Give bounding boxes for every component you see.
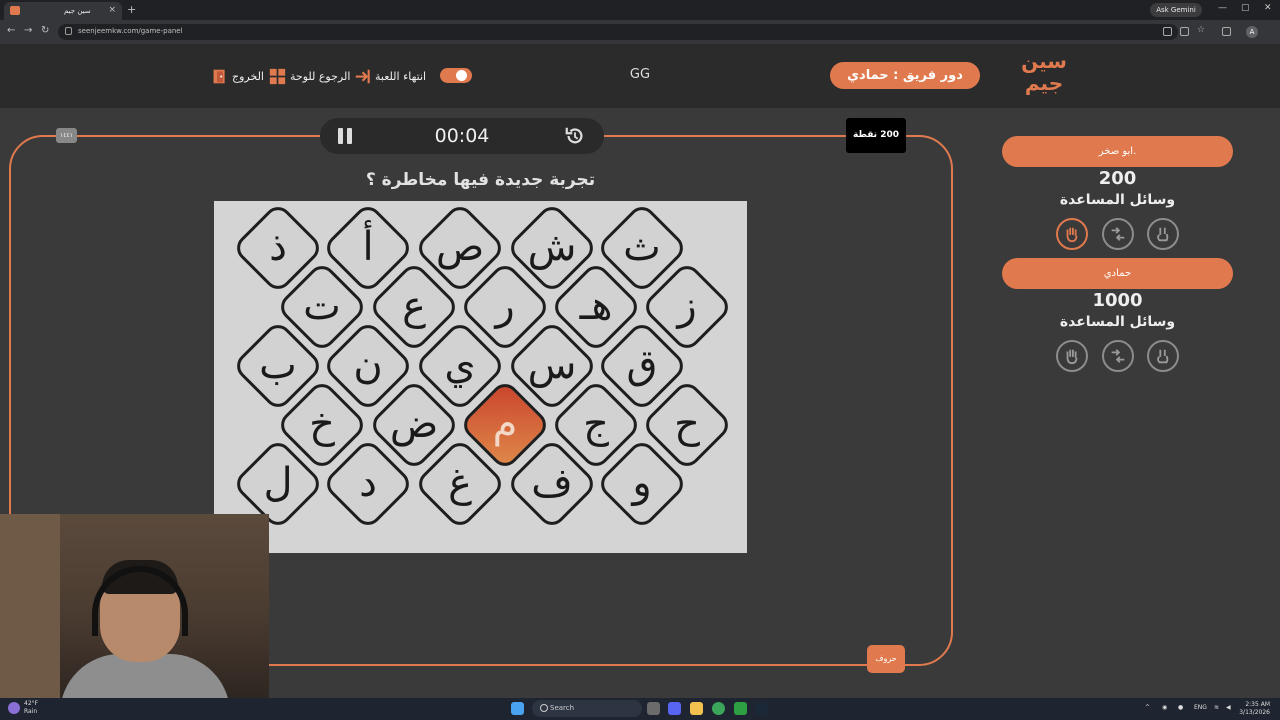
taskbar-search[interactable]: Search (532, 700, 642, 717)
team-1-score: 200 (1098, 168, 1137, 189)
team-2-name: حمادي (1002, 258, 1233, 289)
file-explorer-icon[interactable] (690, 702, 703, 715)
windows-taskbar: 42°F Rain Search ^ ◉ ● ENG ≋ ◀ 2:35 AM 3… (0, 698, 1280, 720)
stop-hand-icon (1066, 227, 1078, 243)
screen: سين جيم × + Ask Gemini — ▢ ✕ ← → ↻ seenj… (0, 0, 1280, 720)
new-tab-button[interactable]: + (127, 3, 136, 16)
weather-condition: Rain (24, 708, 38, 715)
end-game-button[interactable]: انتهاء اللعبة (354, 66, 426, 86)
forward-arrow-icon[interactable]: → (24, 25, 32, 36)
browser-tab[interactable]: سين جيم × (4, 2, 122, 20)
team-2-help-label: وسائل المساعدة (1059, 314, 1176, 330)
team-1-peace-hand-button[interactable] (1147, 218, 1179, 250)
back-to-board-label: الرجوع للوحة (290, 69, 351, 83)
weather-widget[interactable]: 42°F Rain (24, 700, 38, 716)
game-header: سين جيم دور فريق : حمادي GG انتهاء اللعب… (0, 44, 1280, 108)
windows-start-icon[interactable] (511, 702, 524, 715)
clock-time: 2:35 AM (1245, 701, 1270, 708)
frame-tag: ١٤٤١ (56, 128, 77, 143)
discord-icon[interactable] (668, 702, 681, 715)
wifi-icon[interactable]: ≋ (1214, 704, 1219, 711)
swap-hand-icon (1111, 349, 1125, 363)
team-1-stop-hand-button[interactable] (1056, 218, 1088, 250)
exit-button[interactable]: الخروج (211, 66, 264, 86)
letter-cell-label: د (359, 460, 377, 506)
game-logo: سين جيم (1021, 49, 1067, 95)
door-icon (213, 69, 225, 83)
stop-hand-icon (1066, 349, 1078, 365)
grid-icon (269, 68, 286, 84)
temperature: 42°F (24, 700, 39, 707)
task-view-icon[interactable] (647, 702, 660, 715)
letter-board: ث ش ص أ ذ ز هـ ر ع ت ق س ي ن ب ح ج م ض خ و ف غ د ل (214, 201, 747, 553)
url-text: seenjeemkw.com/game-panel (78, 27, 183, 35)
profile-avatar[interactable]: A (1246, 26, 1258, 38)
team-2-peace-hand-button[interactable] (1147, 340, 1179, 372)
letter-cell-label: و (632, 460, 652, 506)
toggle-knob (456, 70, 467, 81)
weather-icon (8, 702, 20, 714)
tab-close-icon[interactable]: × (108, 5, 116, 15)
chrome-icon[interactable] (712, 702, 725, 715)
volume-icon[interactable]: ◀ (1226, 704, 1231, 711)
clock-date: 3/13/2026 (1239, 709, 1270, 716)
team-2-score: 1000 (1092, 290, 1143, 311)
close-window-button[interactable]: ✕ (1264, 3, 1272, 13)
maximize-button[interactable]: ▢ (1241, 3, 1250, 13)
back-arrow-icon[interactable]: ← (7, 25, 15, 36)
system-clock[interactable]: 2:35 AM 3/13/2026 (1238, 701, 1270, 717)
browser-toolbar: ← → ↻ seenjeemkw.com/game-panel ☆ A (0, 20, 1280, 44)
reload-icon[interactable]: ↻ (41, 25, 49, 36)
translate-icon[interactable] (1163, 27, 1172, 36)
letter-cell-label: غ (448, 460, 472, 506)
tab-title: سين جيم (64, 7, 91, 15)
search-placeholder: Search (550, 704, 575, 712)
password-key-icon[interactable] (1180, 27, 1189, 36)
arrow-exit-icon (355, 69, 370, 83)
microphone-icon[interactable]: ● (1178, 704, 1183, 711)
site-info-icon[interactable] (65, 27, 72, 35)
browser-tab-bar: سين جيم × + Ask Gemini — ▢ ✕ (0, 0, 1280, 20)
tray-chevron-icon[interactable]: ^ (1145, 704, 1150, 711)
team-1-help-label: وسائل المساعدة (1059, 192, 1176, 208)
webcam-background (0, 514, 60, 698)
team-turn-indicator: دور فريق : حمادي (830, 62, 980, 89)
app-icon[interactable] (734, 702, 747, 715)
team-1-swap-button[interactable] (1102, 218, 1134, 250)
reset-timer-icon[interactable] (564, 125, 586, 147)
search-icon (540, 704, 548, 712)
bookmark-star-icon[interactable]: ☆ (1197, 25, 1206, 35)
question-points-badge: 200 نقطة (846, 118, 906, 153)
minimize-button[interactable]: — (1218, 3, 1227, 13)
letters-category-tag: حروف (867, 645, 905, 673)
end-game-toggle[interactable] (440, 68, 472, 83)
webcam-overlay (0, 514, 269, 698)
side-panel-icon[interactable] (1222, 27, 1231, 36)
swap-hand-icon (1111, 227, 1125, 241)
site-favicon-icon (10, 6, 20, 15)
ask-gemini-button[interactable]: Ask Gemini (1150, 3, 1202, 17)
address-bar[interactable]: seenjeemkw.com/game-panel (58, 24, 1178, 40)
peace-hand-icon (1157, 349, 1169, 364)
timer-bar: 00:04 (320, 118, 604, 154)
team-2-swap-button[interactable] (1102, 340, 1134, 372)
team-1-name: .ابو صخر (1002, 136, 1233, 167)
timer-display: 00:04 (434, 125, 490, 147)
language-indicator[interactable]: ENG (1194, 704, 1207, 711)
back-to-board-button[interactable]: الرجوع للوحة (269, 66, 350, 86)
end-game-label: انتهاء اللعبة (375, 69, 427, 83)
question-text: تجربة جديدة فيها مخاطرة ؟ (365, 170, 596, 190)
peace-hand-icon (1157, 227, 1169, 242)
team-2-stop-hand-button[interactable] (1056, 340, 1088, 372)
exit-label: الخروج (232, 69, 264, 83)
steam-icon[interactable] (755, 702, 768, 715)
network-icon[interactable]: ◉ (1162, 704, 1167, 711)
game-name: GG (629, 67, 651, 82)
letter-cell-label: ف (531, 460, 573, 506)
